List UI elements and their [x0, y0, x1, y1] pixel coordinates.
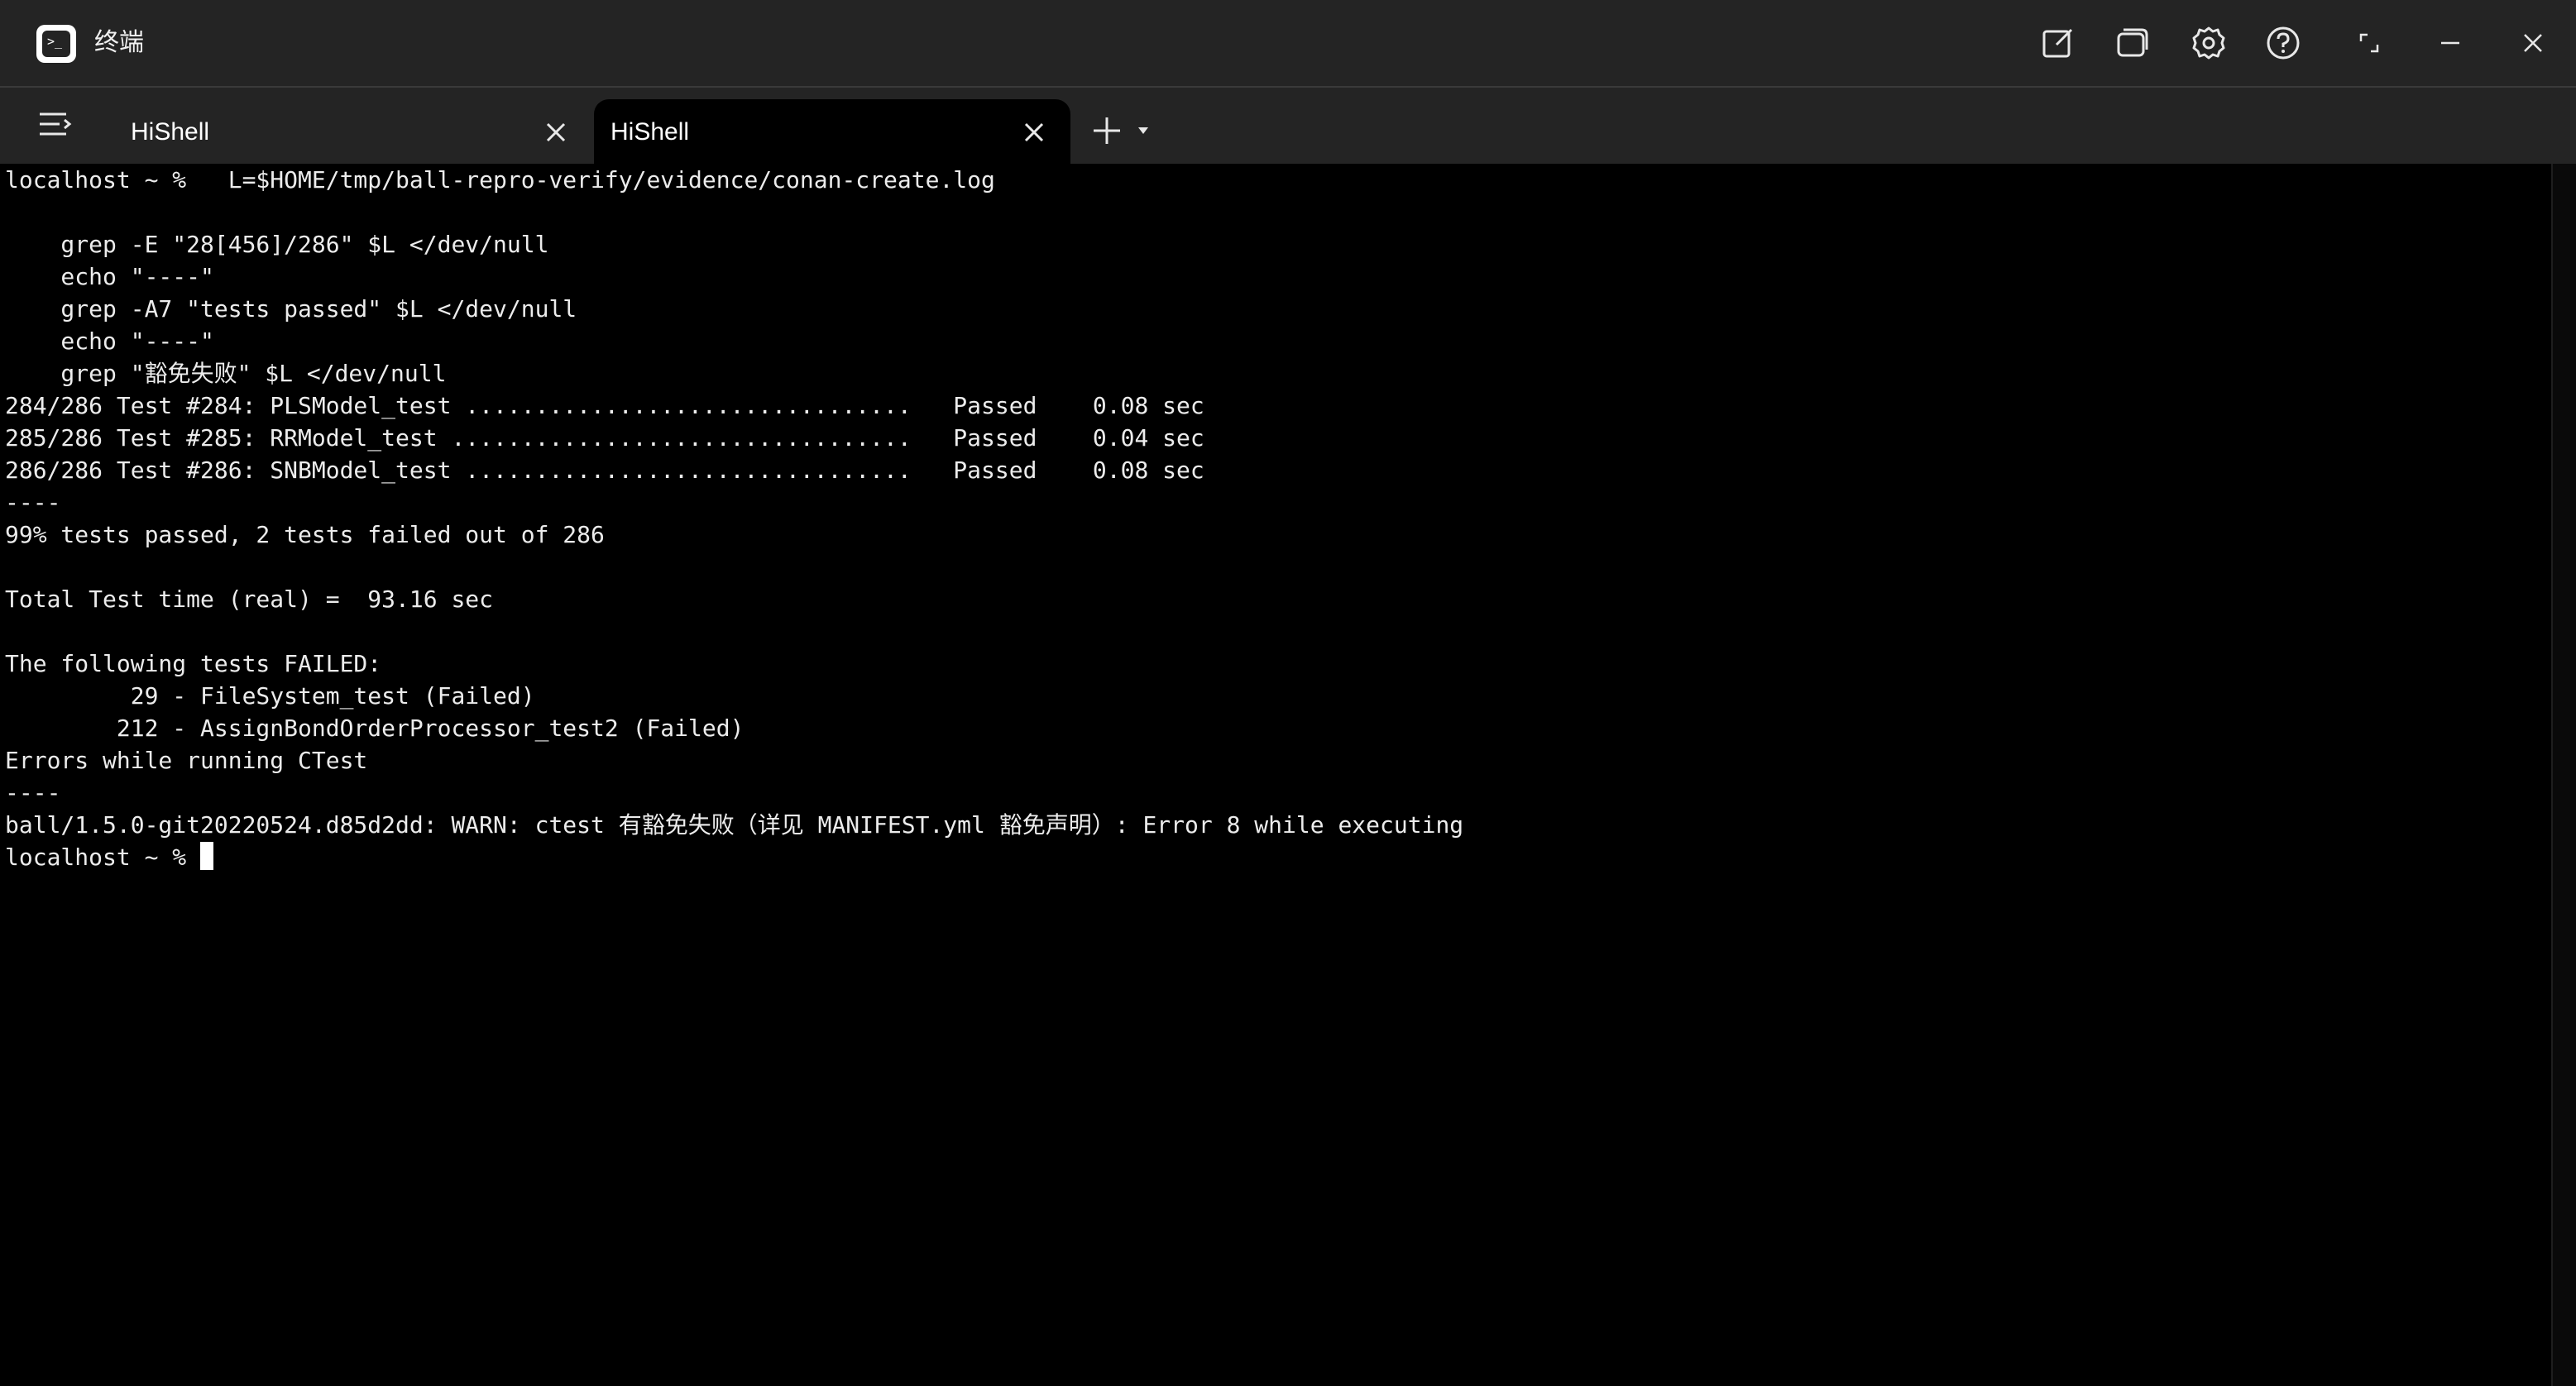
terminal-line: 285/286 Test #285: RRModel_test ........…	[5, 424, 1204, 452]
minimize-icon[interactable]	[2430, 23, 2470, 63]
terminal-line: grep -A7 "tests passed" $L </dev/null	[5, 295, 577, 323]
terminal-output[interactable]: localhost ~ % L=$HOME/tmp/ball-repro-ver…	[0, 164, 2551, 1386]
terminal-line: 212 - AssignBondOrderProcessor_test2 (Fa…	[5, 715, 745, 742]
menu-icon[interactable]	[36, 108, 73, 141]
terminal-line: ball/1.5.0-git20220524.d85d2dd: WARN: ct…	[5, 811, 1464, 839]
tab-close-icon[interactable]	[1017, 116, 1051, 149]
terminal-line: 29 - FileSystem_test (Failed)	[5, 682, 535, 710]
new-tab-plus-icon[interactable]	[1089, 112, 1125, 149]
title-bar: >_ 终端	[0, 0, 2576, 86]
terminal-line: ----	[5, 489, 61, 516]
terminal-line: 284/286 Test #284: PLSModel_test .......…	[5, 392, 1204, 419]
tab-label: HiShell	[131, 118, 210, 146]
terminal-line: echo "----"	[5, 327, 214, 355]
terminal-line: Total Test time (real) = 93.16 sec	[5, 585, 494, 613]
tab-hishell-2[interactable]: HiShell	[594, 99, 1070, 164]
window-title: 终端	[94, 29, 144, 56]
tab-label: HiShell	[610, 118, 690, 146]
terminal-app-icon: >_	[36, 25, 76, 63]
terminal-line: localhost ~ % L=$HOME/tmp/ball-repro-ver…	[5, 166, 995, 194]
terminal-text: localhost ~ % L=$HOME/tmp/ball-repro-ver…	[0, 164, 2551, 873]
split-window-icon[interactable]	[2113, 23, 2152, 63]
edit-icon[interactable]	[2038, 23, 2078, 63]
help-icon[interactable]	[2263, 23, 2303, 63]
terminal-line: Errors while running CTest	[5, 747, 368, 774]
terminal-cursor	[200, 842, 214, 870]
terminal-prompt: localhost ~ %	[5, 844, 201, 871]
terminal-line: ----	[5, 779, 61, 806]
close-window-icon[interactable]	[2513, 23, 2553, 63]
terminal-line: grep "豁免失败" $L </dev/null	[5, 360, 447, 387]
tab-close-icon[interactable]	[539, 116, 572, 149]
tab-bar: HiShell HiShell	[0, 88, 2576, 164]
terminal-prompt-line: localhost ~ %	[5, 841, 2551, 873]
restore-icon[interactable]	[2349, 23, 2389, 63]
terminal-line: 286/286 Test #286: SNBModel_test .......…	[5, 456, 1204, 484]
terminal-line: The following tests FAILED:	[5, 650, 382, 677]
terminal-line: echo "----"	[5, 263, 214, 290]
terminal-line: grep -E "28[456]/286" $L </dev/null	[5, 231, 549, 258]
chevron-down-icon[interactable]	[1135, 124, 1152, 137]
tab-hishell-1[interactable]: HiShell	[99, 99, 587, 164]
terminal-line: 99% tests passed, 2 tests failed out of …	[5, 521, 605, 548]
terminal-scrollbar[interactable]	[2551, 164, 2576, 1386]
gear-icon[interactable]	[2189, 23, 2229, 63]
